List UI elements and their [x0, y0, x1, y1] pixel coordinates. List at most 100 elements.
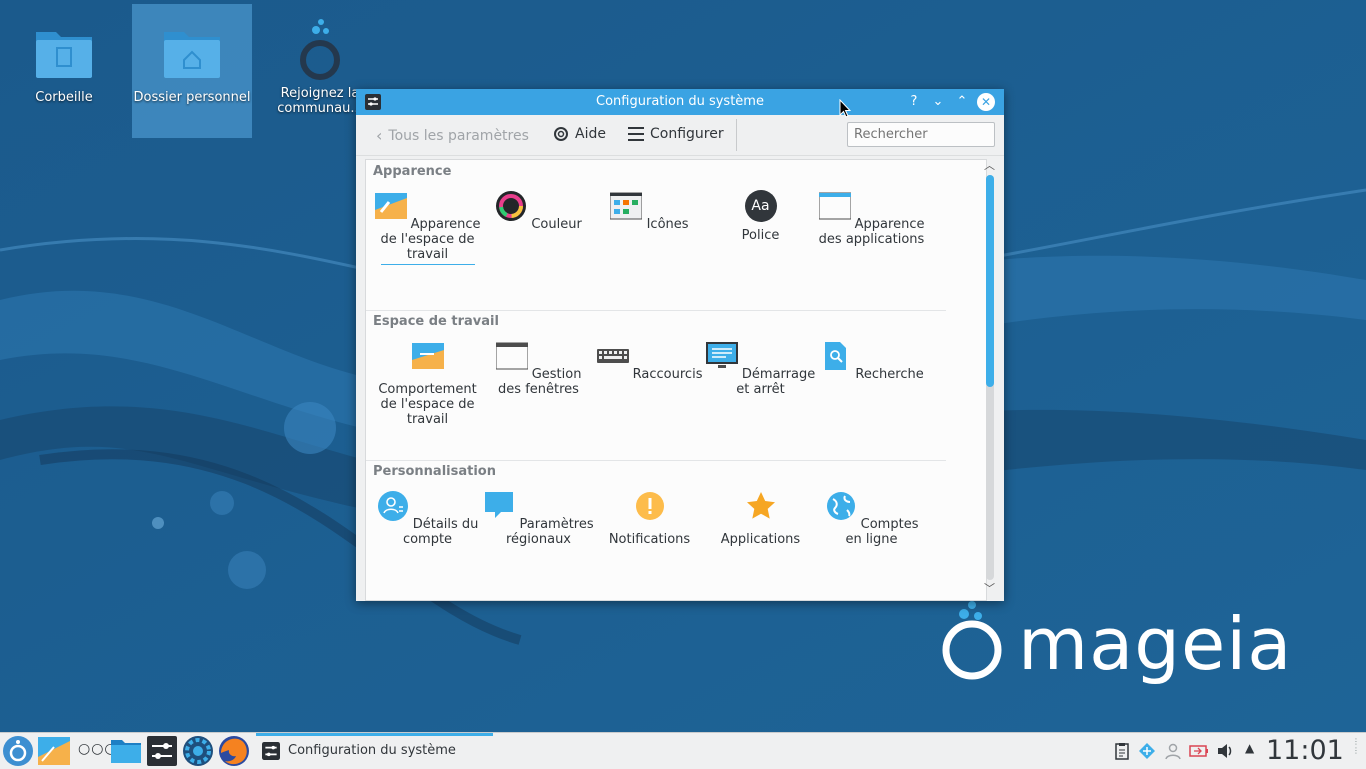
lifebuoy-icon: [554, 127, 568, 141]
settings-item-icons[interactable]: Icônes: [594, 190, 705, 232]
panel-options-icon[interactable]: ⋮ ⋮: [1352, 737, 1360, 755]
settings-item-workspace-theme[interactable]: Apparence de l'espace de travail: [372, 190, 483, 265]
item-label: Icônes: [646, 217, 689, 232]
icons-icon: [609, 192, 643, 220]
volume-icon[interactable]: [1216, 742, 1234, 760]
item-label: Recherche: [855, 367, 924, 382]
close-button[interactable]: ✕: [977, 93, 995, 111]
clipboard-icon[interactable]: [1113, 742, 1131, 760]
updates-icon[interactable]: [1138, 742, 1156, 760]
firefox-icon[interactable]: [218, 735, 250, 767]
online-accounts-globe-icon: [826, 492, 855, 520]
settings-item-window-management[interactable]: Gestion des fenêtres: [483, 340, 594, 397]
active-task-indicator: [256, 733, 493, 736]
system-settings-icon[interactable]: [146, 735, 178, 767]
settings-item-app-style[interactable]: Apparence des applications: [816, 190, 927, 247]
settings-item-applications[interactable]: Applications: [705, 490, 816, 547]
section-title: Personnalisation: [373, 464, 496, 479]
desktop-icon-home[interactable]: Dossier personnel: [132, 4, 252, 138]
system-settings-window: Configuration du système ? ⌄ ⌃ ✕ ‹ Tous …: [356, 89, 1004, 601]
applications-star-icon: [746, 492, 775, 519]
workspace-theme-icon: [374, 193, 407, 219]
configure-label: Configurer: [650, 126, 724, 142]
settings-item-startup-shutdown[interactable]: Démarrage et arrêt: [705, 340, 816, 397]
scroll-up-arrow[interactable]: ︿: [984, 157, 995, 173]
back-all-settings-button[interactable]: ‹ Tous les paramètres: [376, 126, 529, 145]
regional-icon: [485, 492, 514, 518]
file-manager-icon[interactable]: [110, 735, 142, 767]
configure-menu-button[interactable]: Configurer: [628, 126, 724, 142]
item-label: Démarrage et arrêt: [736, 367, 816, 397]
toolbar-separator: [736, 119, 737, 151]
settings-item-color[interactable]: Couleur: [483, 190, 594, 232]
brand-text: mageia: [1018, 602, 1293, 686]
section-title: Espace de travail: [373, 314, 499, 329]
item-label: Police: [741, 228, 780, 243]
chevron-left-icon: ‹: [376, 126, 383, 145]
desktop-icon-trash[interactable]: Corbeille: [4, 4, 124, 138]
desktop-icon-label: Corbeille: [35, 90, 93, 105]
task-title: Configuration du système: [288, 743, 456, 758]
settings-task-icon: [262, 742, 280, 760]
settings-item-notifications[interactable]: Notifications: [594, 490, 705, 547]
pager-icon[interactable]: [38, 735, 70, 767]
back-label: Tous les paramètres: [388, 127, 529, 144]
minimize-button[interactable]: ⌄: [929, 93, 947, 111]
settings-toolbar: ‹ Tous les paramètres Aide Configurer: [356, 115, 1004, 156]
task-system-settings[interactable]: Configuration du système: [256, 733, 493, 769]
settings-item-workspace-behavior[interactable]: Comportement de l'espace de travail: [372, 340, 483, 427]
maximize-button[interactable]: ⌃: [953, 93, 971, 111]
settings-item-account[interactable]: Détails du compte: [372, 490, 483, 547]
scroll-down-arrow[interactable]: ﹀: [984, 580, 995, 596]
notifications-icon: [635, 492, 664, 520]
settings-item-shortcuts[interactable]: Raccourcis: [594, 340, 705, 382]
font-icon: Aa: [744, 190, 777, 222]
mageia-logo: mageia: [940, 600, 1310, 695]
section-title: Apparence: [373, 164, 452, 179]
startup-shutdown-icon: [705, 342, 738, 368]
color-icon: [496, 191, 527, 221]
settings-item-regional[interactable]: Paramètres régionaux: [483, 490, 594, 547]
settings-categories-view: Apparence Apparence de l'espace de trava…: [365, 159, 987, 601]
item-label: Applications: [720, 532, 801, 547]
item-label: Comptes en ligne: [845, 517, 919, 547]
window-management-icon: [495, 342, 529, 370]
section-espace-de-travail: Espace de travail Comportement de l'espa…: [366, 310, 946, 461]
focus-underline: [380, 264, 475, 265]
clock[interactable]: 11:01: [1266, 735, 1344, 766]
item-label: Apparence de l'espace de travail: [380, 217, 481, 262]
help-button[interactable]: ?: [905, 93, 923, 111]
mouse-cursor: [839, 99, 851, 118]
keyboard-icon: [596, 349, 629, 363]
expand-tray-icon[interactable]: ▲: [1245, 741, 1254, 755]
search-document-icon: [825, 342, 847, 370]
item-label: Détails du compte: [402, 517, 479, 547]
mageia-community-icon: [300, 19, 340, 80]
help-menu-button[interactable]: Aide: [553, 126, 606, 142]
account-icon: [377, 491, 408, 521]
settings-item-font[interactable]: Aa Police: [705, 190, 816, 243]
search-input[interactable]: [847, 122, 995, 147]
window-titlebar[interactable]: Configuration du système ? ⌄ ⌃ ✕: [356, 89, 1004, 115]
home-folder-icon: [164, 32, 220, 78]
section-personnalisation: Personnalisation Détails du compte Param…: [366, 460, 946, 600]
settings-item-search[interactable]: Recherche: [816, 340, 927, 382]
item-label: Paramètres régionaux: [505, 517, 594, 547]
mageia-menu-icon[interactable]: [2, 735, 34, 767]
scrollbar-thumb[interactable]: [986, 175, 994, 387]
item-label: Notifications: [608, 532, 691, 547]
settings-item-online-accounts[interactable]: Comptes en ligne: [816, 490, 927, 547]
battery-icon[interactable]: [1188, 742, 1210, 760]
control-center-icon[interactable]: [182, 735, 214, 767]
app-style-icon: [818, 192, 852, 220]
workspace-behavior-icon: [411, 343, 444, 369]
item-label: Couleur: [531, 217, 582, 232]
hamburger-menu-icon: [628, 127, 644, 141]
item-label: Comportement de l'espace de travail: [378, 382, 477, 427]
desktop-icon-label: Dossier personnel: [133, 90, 251, 105]
user-icon[interactable]: [1164, 742, 1182, 760]
item-label: Raccourcis: [632, 367, 703, 382]
help-label: Aide: [575, 126, 606, 142]
taskbar: ○○○ Configuration du système ▲ 11:01 ⋮ ⋮: [0, 732, 1366, 769]
section-apparence: Apparence Apparence de l'espace de trava…: [366, 160, 946, 311]
